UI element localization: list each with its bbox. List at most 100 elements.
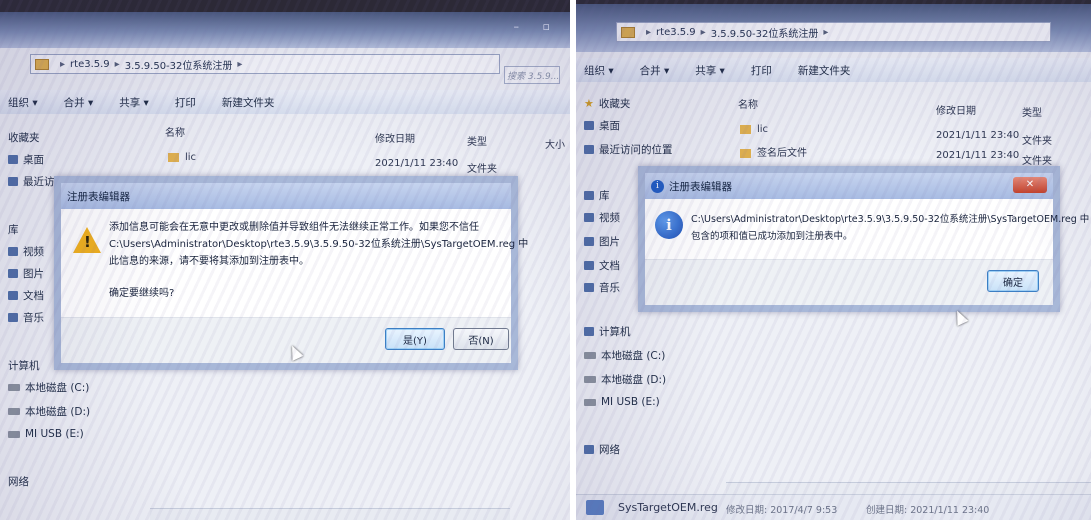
list-item-date: 2021/1/11 23:40 — [936, 130, 1020, 141]
sidebar-item-usb[interactable]: MI USB (E:) — [584, 396, 660, 408]
explorer-toolbar: 组织 ▾ 合并 ▾ 共享 ▾ 打印 新建文件夹 — [576, 58, 1091, 82]
horizontal-scrollbar[interactable] — [150, 508, 510, 520]
dialog-message-line2: 包含的项和值已成功添加到注册表中。 — [691, 231, 853, 242]
sidebar-item-pictures[interactable]: 图片 — [8, 266, 44, 281]
toolbar-merge[interactable]: 合并 ▾ — [64, 95, 94, 110]
sidebar-item-favorites[interactable]: 收藏夹 — [8, 130, 40, 145]
column-name[interactable]: 名称 — [738, 96, 758, 111]
sidebar-item-documents[interactable]: 文档 — [8, 288, 44, 303]
toolbar-share[interactable]: 共享 ▾ — [695, 63, 725, 78]
dialog-title: 注册表编辑器 — [61, 183, 511, 209]
sidebar-item-desktop[interactable]: 桌面 — [584, 118, 620, 133]
sidebar-item-libraries[interactable]: 库 — [8, 222, 19, 237]
dialog-question: 确定要继续吗? — [109, 288, 175, 299]
selected-file-modified: 修改日期: 2017/4/7 9:53 — [726, 505, 838, 516]
column-type[interactable]: 类型 — [1022, 104, 1042, 119]
picture-icon — [584, 237, 594, 246]
sidebar-item-drive-d[interactable]: 本地磁盘 (D:) — [584, 372, 666, 387]
address-bar[interactable]: ▸ rte3.5.9 ▸ 3.5.9.50-32位系统注册 ▸ — [616, 22, 1051, 42]
computer-icon — [584, 327, 594, 336]
column-date[interactable]: 修改日期 — [375, 130, 415, 145]
search-input[interactable]: 搜索 3.5.9... — [504, 66, 560, 84]
document-icon — [8, 291, 18, 300]
sidebar-item-network[interactable]: 网络 — [584, 442, 620, 457]
toolbar-organize[interactable]: 组织 ▾ — [8, 95, 38, 110]
list-item-type: 文件夹 — [1022, 156, 1052, 167]
list-item-date: 2021/1/11 23:40 — [375, 158, 459, 169]
breadcrumb-item[interactable]: rte3.5.9 — [656, 27, 696, 38]
sidebar-item-music[interactable]: 音乐 — [8, 310, 44, 325]
sidebar-item-network[interactable]: 网络 — [8, 474, 29, 489]
yes-button[interactable]: 是(Y) — [385, 328, 445, 350]
column-name[interactable]: 名称 — [165, 124, 185, 139]
column-type[interactable]: 类型 — [467, 133, 487, 148]
sidebar-item-desktop[interactable]: 桌面 — [8, 152, 44, 167]
reg-file-icon — [586, 500, 604, 515]
column-date[interactable]: 修改日期 — [936, 102, 976, 117]
dialog-body: i C:\Users\Administrator\Desktop\rte3.5.… — [645, 199, 1089, 259]
sidebar-item-pictures[interactable]: 图片 — [584, 234, 620, 249]
sidebar-item-drive-d[interactable]: 本地磁盘 (D:) — [8, 404, 90, 419]
sidebar-item-recent[interactable]: 最近访问的位置 — [584, 142, 673, 157]
chevron-right-icon: ▸ — [823, 26, 829, 38]
info-icon: i — [655, 211, 683, 239]
registry-success-dialog: i 注册表编辑器 ✕ i C:\Users\Administrator\Desk… — [638, 166, 1089, 312]
no-button[interactable]: 否(N) — [453, 328, 509, 350]
list-item-type: 文件夹 — [1022, 136, 1052, 147]
dialog-button-bar: 确定 — [645, 259, 1053, 305]
breadcrumb-item[interactable]: rte3.5.9 — [70, 59, 110, 70]
toolbar-new-folder[interactable]: 新建文件夹 — [222, 95, 275, 110]
sidebar-item-libraries[interactable]: 库 — [584, 188, 610, 203]
dialog-title-bar: i 注册表编辑器 — [645, 173, 1053, 199]
sidebar-item-drive-c[interactable]: 本地磁盘 (C:) — [8, 380, 89, 395]
sidebar-item-favorites[interactable]: ★ 收藏夹 — [584, 96, 630, 111]
toolbar-organize[interactable]: 组织 ▾ — [584, 63, 614, 78]
dialog-message-line1: 添加信息可能会在无意中更改或删除值并导致组件无法继续正常工作。如果您不信任 — [109, 222, 479, 233]
ok-button[interactable]: 确定 — [987, 270, 1039, 292]
close-button[interactable]: ✕ — [1013, 177, 1047, 193]
network-icon — [584, 445, 594, 454]
drive-icon — [8, 384, 20, 391]
list-item[interactable]: lic — [740, 124, 768, 135]
sidebar-item-drive-c[interactable]: 本地磁盘 (C:) — [584, 348, 665, 363]
sidebar-item-documents[interactable]: 文档 — [584, 258, 620, 273]
drive-icon — [584, 352, 596, 359]
dialog-message-line1: C:\Users\Administrator\Desktop\rte3.5.9\… — [691, 214, 1090, 225]
sidebar-item-computer[interactable]: 计算机 — [584, 324, 631, 339]
music-icon — [8, 313, 18, 322]
sidebar-item-videos[interactable]: 视频 — [584, 210, 620, 225]
selected-file-created: 创建日期: 2021/1/11 23:40 — [866, 505, 990, 516]
sidebar-item-usb[interactable]: MI USB (E:) — [8, 428, 84, 440]
horizontal-scrollbar[interactable] — [726, 482, 1091, 494]
library-icon — [584, 191, 594, 200]
desktop-icon — [584, 121, 594, 130]
right-photo: ▸ rte3.5.9 ▸ 3.5.9.50-32位系统注册 ▸ 组织 ▾ 合并 … — [576, 0, 1091, 520]
window-controls[interactable]: – ▫ — [514, 20, 560, 33]
address-bar[interactable]: ▸ rte3.5.9 ▸ 3.5.9.50-32位系统注册 ▸ — [30, 54, 500, 74]
toolbar-share[interactable]: 共享 ▾ — [119, 95, 149, 110]
toolbar-merge[interactable]: 合并 ▾ — [640, 63, 670, 78]
list-item[interactable]: lic — [168, 152, 196, 163]
toolbar-new-folder[interactable]: 新建文件夹 — [798, 63, 851, 78]
document-icon — [584, 261, 594, 270]
toolbar-print[interactable]: 打印 — [175, 95, 196, 110]
breadcrumb-item[interactable]: 3.5.9.50-32位系统注册 — [711, 25, 819, 40]
usb-drive-icon — [8, 430, 20, 438]
info-icon: i — [651, 179, 664, 193]
toolbar-print[interactable]: 打印 — [751, 63, 772, 78]
sidebar-item-computer[interactable]: 计算机 — [8, 358, 40, 373]
list-item[interactable]: 签名后文件 — [740, 144, 807, 159]
breadcrumb-item[interactable]: 3.5.9.50-32位系统注册 — [125, 57, 233, 72]
music-icon — [584, 283, 594, 292]
chevron-right-icon: ▸ — [60, 58, 66, 70]
explorer-toolbar: 组织 ▾ 合并 ▾ 共享 ▾ 打印 新建文件夹 — [0, 90, 570, 114]
picture-icon — [8, 269, 18, 278]
sidebar-item-videos[interactable]: 视频 — [8, 244, 44, 259]
folder-icon — [168, 152, 179, 162]
drive-icon — [8, 408, 20, 415]
left-photo: – ▫ ▸ rte3.5.9 ▸ 3.5.9.50-32位系统注册 ▸ 搜索 3… — [0, 0, 570, 520]
chevron-right-icon: ▸ — [237, 58, 243, 70]
sidebar-item-music[interactable]: 音乐 — [584, 280, 620, 295]
video-icon — [8, 247, 18, 256]
column-size[interactable]: 大小 — [545, 136, 565, 151]
